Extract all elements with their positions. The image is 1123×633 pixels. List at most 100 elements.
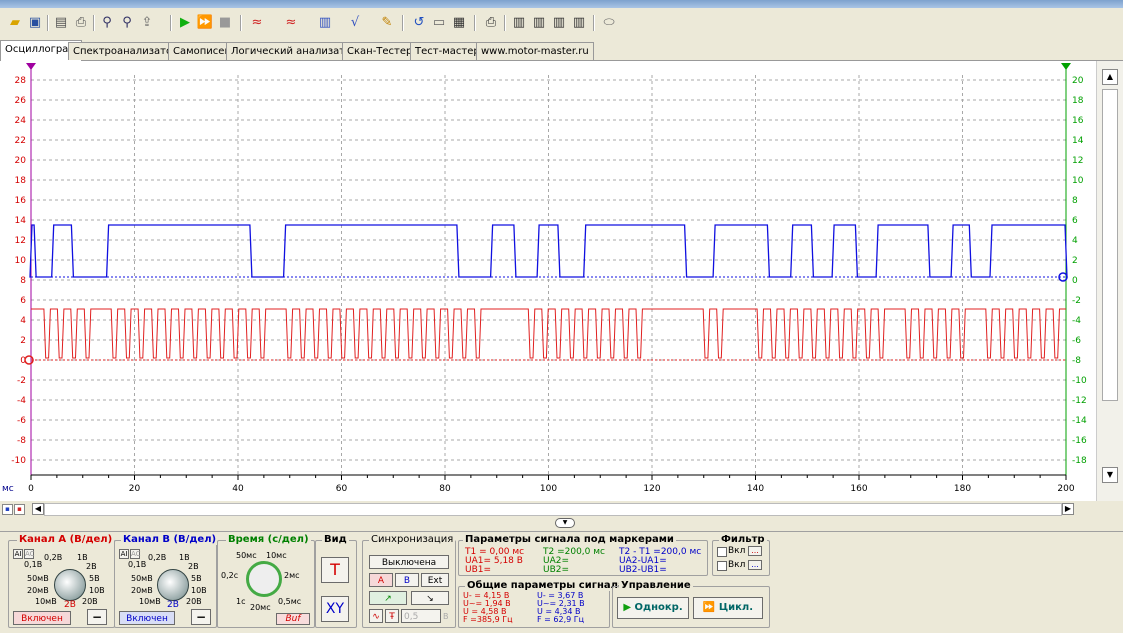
y-right-tick-label: -12 <box>1072 396 1087 406</box>
printer-icon[interactable]: ⎙ <box>482 14 500 32</box>
save-icon[interactable]: ▣ <box>26 14 44 32</box>
channel-b-invert-button[interactable]: − <box>191 609 211 625</box>
scroll-up-button[interactable]: ▲ <box>1102 69 1118 85</box>
level-sync-icon[interactable]: Ŧ <box>385 609 399 623</box>
calculator-icon[interactable]: ▦ <box>450 14 468 32</box>
scale-label: 1В <box>77 553 88 562</box>
print-icon[interactable]: ⎙ <box>72 14 90 32</box>
formula-icon[interactable]: √ <box>346 14 364 32</box>
time-scale-knob[interactable] <box>246 561 282 597</box>
memory-4-icon[interactable]: ▥ <box>570 14 588 32</box>
scroll-left-button[interactable]: ◀ <box>32 503 44 515</box>
y-right-tick-label: -4 <box>1072 316 1081 326</box>
signal-a-icon[interactable]: ≈ <box>248 14 266 32</box>
filter-checkbox-2[interactable] <box>717 561 727 571</box>
y-right-tick-label: 0 <box>1072 276 1078 286</box>
filter-checkbox-1[interactable] <box>717 547 727 557</box>
control-group: Управление ▶ Однокр. ⏩ Цикл. <box>612 580 770 628</box>
memory-2-icon[interactable]: ▥ <box>530 14 548 32</box>
y-right-tick-label: 10 <box>1072 176 1084 186</box>
xy-view-button[interactable]: XY <box>321 596 349 622</box>
scale-label: 0,2с <box>221 571 239 580</box>
sync-ext-button[interactable]: Ext <box>421 573 449 587</box>
fast-play-icon[interactable]: ⏩ <box>196 14 214 32</box>
channel-b-ac-toggle[interactable]: AC <box>130 549 141 559</box>
monitor-icon[interactable]: ▭ <box>430 14 448 32</box>
x-tick-label: 20 <box>129 484 141 494</box>
probe-icon[interactable]: ✎ <box>378 14 396 32</box>
general-params-title: Общие параметры сигнала <box>465 580 627 591</box>
stop-icon[interactable]: ■ <box>216 14 234 32</box>
channel-color-icon[interactable]: ▥ <box>316 14 334 32</box>
horizontal-scrollbar[interactable]: ▪ ▪ ◀ ▶ ▼ <box>0 501 1096 529</box>
print-preview-icon[interactable]: ▤ <box>52 14 70 32</box>
zoom-in-icon[interactable]: ⚲ <box>98 14 116 32</box>
y-left-tick-label: -6 <box>17 416 26 426</box>
filter-settings-2[interactable]: ... <box>748 560 762 570</box>
cycle-run-button[interactable]: ⏩ Цикл. <box>693 597 763 619</box>
signal-b-icon[interactable]: ≈ <box>282 14 300 32</box>
channel-a-ai-toggle[interactable]: AI <box>13 549 23 559</box>
toolbar-separator <box>593 15 595 31</box>
vertical-scrollbar[interactable]: ▲ ▼ <box>1096 61 1123 501</box>
collapse-panel-icon[interactable]: ▼ <box>555 518 575 528</box>
channel-b-enable-button[interactable]: Включен <box>119 611 175 625</box>
y-left-tick-label: -8 <box>17 436 26 446</box>
zoom-x-minus-button[interactable]: ▪ <box>2 504 13 515</box>
zoom-out-icon[interactable]: ⚲ <box>118 14 136 32</box>
sync-a-button[interactable]: A <box>369 573 393 587</box>
waveform-plot[interactable]: 2826242220181614121086420-2-4-6-8-10 201… <box>0 61 1096 501</box>
channel-b-ai-toggle[interactable]: AI <box>119 549 129 559</box>
scroll-thumb[interactable] <box>1102 89 1118 401</box>
refresh-icon[interactable]: ↺ <box>410 14 428 32</box>
rising-edge-icon[interactable]: ↗ <box>369 591 407 605</box>
memory-3-icon[interactable]: ▥ <box>550 14 568 32</box>
oscilloscope-view[interactable]: 28 26 24 22 20 18 16 14 12 10 8 6 4 2 0 -2 -4 -6 -8 -10 20 1… <box>0 61 1096 501</box>
sync-state-button[interactable]: Выключена <box>369 555 449 569</box>
y-right-tick-label: 20 <box>1072 76 1084 86</box>
play-icon[interactable]: ▶ <box>176 14 194 32</box>
sync-level-input[interactable]: 0,5 <box>401 609 441 623</box>
export-icon[interactable]: ⇪ <box>138 14 156 32</box>
scale-label: 2мс <box>284 571 300 580</box>
y-left-tick-label: -4 <box>17 396 26 406</box>
y-left-tick-label: 22 <box>15 136 26 146</box>
channel-a-invert-button[interactable]: − <box>87 609 107 625</box>
x-tick-label: 200 <box>1057 484 1074 494</box>
channel-a-enable-button[interactable]: Включен <box>13 611 71 625</box>
filter-settings-1[interactable]: ... <box>748 546 762 556</box>
time-view-button[interactable]: T <box>321 557 349 583</box>
falling-edge-icon[interactable]: ↘ <box>411 591 449 605</box>
single-run-button[interactable]: ▶ Однокр. <box>617 597 689 619</box>
scale-label: 20В <box>186 597 202 606</box>
play-icon: ▶ <box>623 602 635 613</box>
toolbar-separator <box>47 15 49 31</box>
open-folder-icon[interactable]: ▰ <box>6 14 24 32</box>
sync-b-button[interactable]: B <box>395 573 419 587</box>
h-scroll-track[interactable] <box>44 503 1062 516</box>
x-tick-label: 60 <box>336 484 348 494</box>
scroll-down-button[interactable]: ▼ <box>1102 467 1118 483</box>
tab-spectrum-analyzer[interactable]: Спектроанализатор <box>68 42 184 60</box>
y-right-tick-label: 18 <box>1072 96 1084 106</box>
channel-a-ac-toggle[interactable]: AC <box>24 549 35 559</box>
auto-sync-icon[interactable]: ∿ <box>369 609 383 623</box>
tab-test-master[interactable]: Тест-мастер <box>410 42 485 60</box>
tab-website[interactable]: www.motor-master.ru <box>476 42 594 60</box>
zoom-x-plus-button[interactable]: ▪ <box>14 504 25 515</box>
buffer-button[interactable]: Buf <box>276 613 310 625</box>
scroll-right-button[interactable]: ▶ <box>1062 503 1074 515</box>
channel-b-selected-scale: 2В <box>167 600 179 610</box>
y-right-tick-label: -18 <box>1072 456 1087 466</box>
channel-a-scale-knob[interactable] <box>54 569 86 601</box>
scale-label: 0,1В <box>128 560 147 569</box>
mode-tabs: Осциллограф Спектроанализатор Самописец … <box>0 40 1123 61</box>
x-tick-label: 160 <box>850 484 867 494</box>
scale-label: 20В <box>82 597 98 606</box>
eraser-icon[interactable]: ⬭ <box>600 14 618 32</box>
channel-b-scale-knob[interactable] <box>157 569 189 601</box>
y-left-tick-label: 10 <box>15 256 27 266</box>
marker-dub: UB2-UB1= <box>619 565 667 575</box>
memory-1-icon[interactable]: ▥ <box>510 14 528 32</box>
tab-scan-tester[interactable]: Скан-Тестер <box>342 42 418 60</box>
